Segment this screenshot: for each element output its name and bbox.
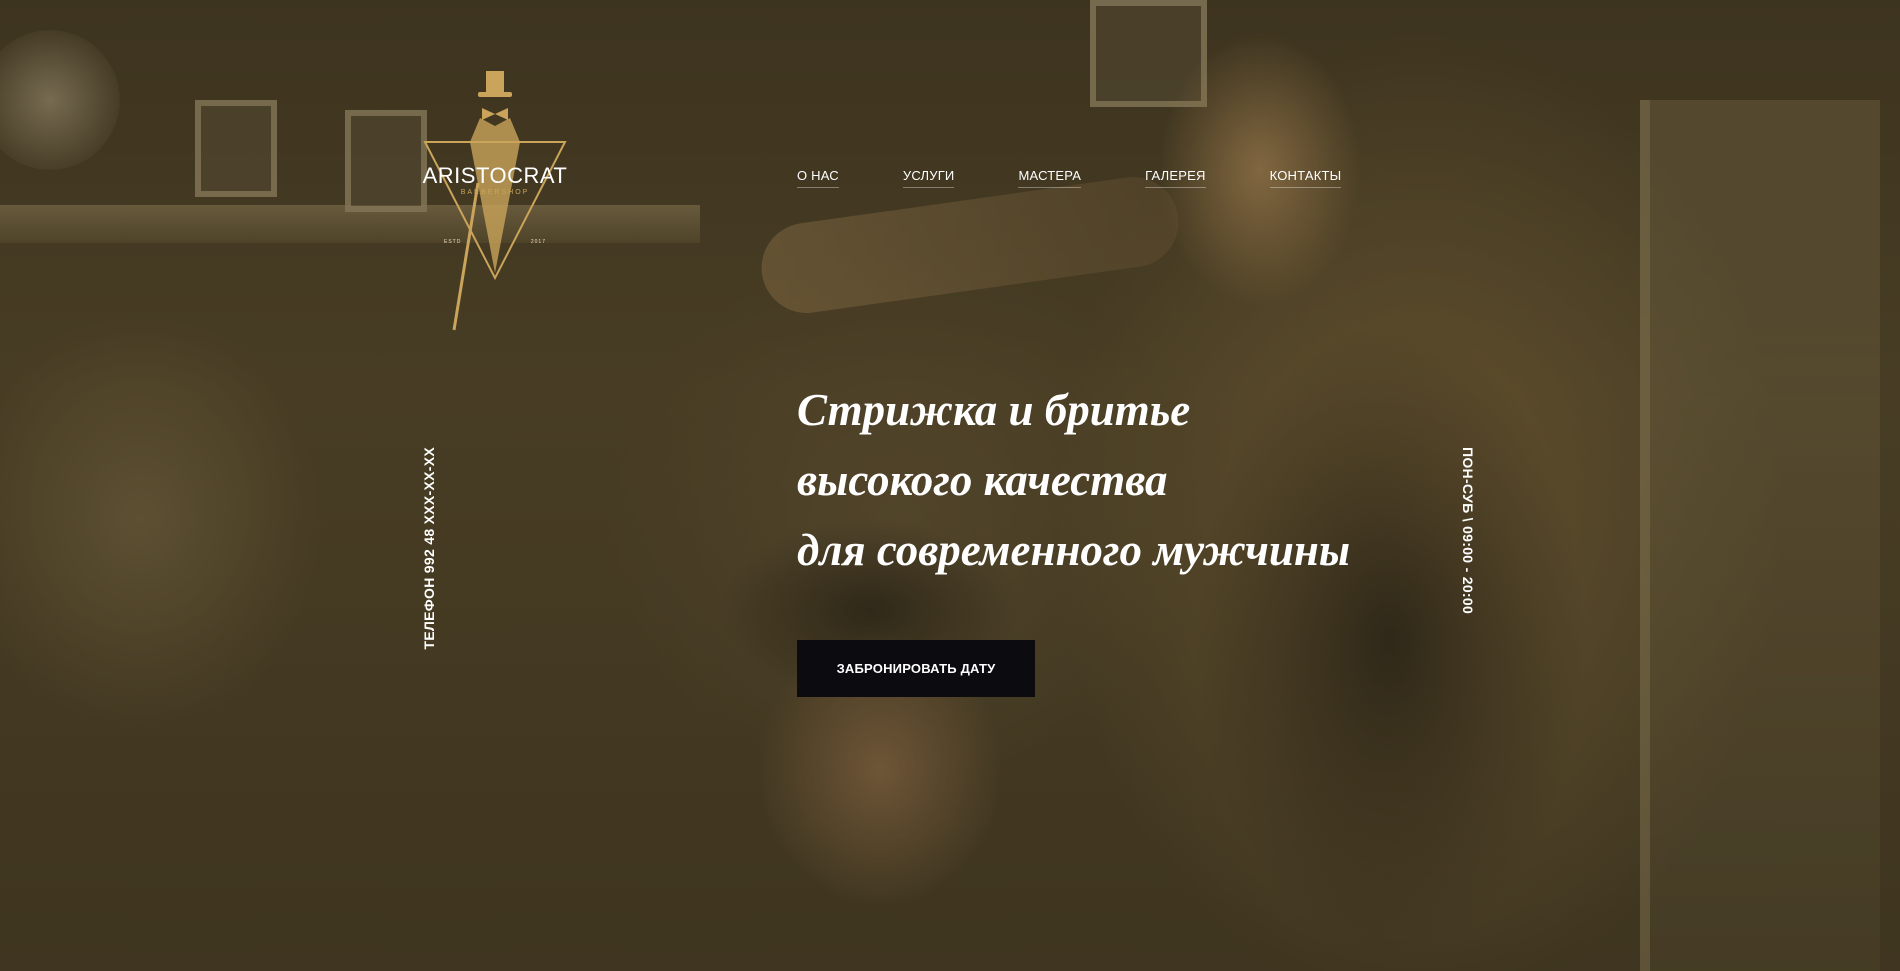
main-navigation: О НАС УСЛУГИ МАСТЕРА ГАЛЕРЕЯ КОНТАКТЫ (797, 168, 1342, 188)
background-picture-frame (195, 100, 277, 197)
nav-link-masters[interactable]: МАСТЕРА (1018, 168, 1082, 188)
logo-brand-name: ARISTOCRAT (422, 163, 568, 188)
background-barber-arm (755, 171, 1185, 319)
hero-headline-line-3: для современного мужчины (797, 525, 1351, 575)
background-shelf (0, 205, 700, 243)
hero-section: ARISTOCRAT BARBERSHOP ESTD 2017 О НАС УС… (0, 0, 1900, 971)
nav-link-contacts[interactable]: КОНТАКТЫ (1269, 168, 1342, 188)
background-lamp (0, 30, 120, 170)
nav-link-gallery[interactable]: ГАЛЕРЕЯ (1145, 168, 1206, 188)
hero-headline: Стрижка и бритье высокого качества для с… (797, 375, 1417, 585)
top-hat-gentleman-icon (423, 71, 567, 331)
hero-headline-line-2: высокого качества (797, 455, 1168, 505)
logo-tagline: BARBERSHOP (460, 189, 530, 196)
nav-link-about[interactable]: О НАС (797, 168, 839, 188)
background-picture-frame (1090, 0, 1207, 107)
logo-est-left: ESTD (444, 239, 462, 245)
logo-est-right: 2017 (530, 239, 546, 245)
nav-link-services[interactable]: УСЛУГИ (902, 168, 955, 188)
hero-headline-line-1: Стрижка и бритье (797, 385, 1191, 435)
background-picture-frame (345, 110, 427, 212)
phone-number-vertical[interactable]: ТЕЛЕФОН 992 48 XXX-XX-XX (421, 447, 437, 650)
working-hours-vertical: ПОН-СУБ \ 09:00 - 20:00 (1460, 447, 1476, 615)
background-client-figure (640, 520, 1120, 971)
logo-established: ESTD 2017 (444, 239, 546, 245)
brand-logo[interactable]: ARISTOCRAT BARBERSHOP ESTD 2017 (420, 68, 570, 333)
book-date-button[interactable]: ЗАБРОНИРОВАТЬ ДАТУ (797, 640, 1035, 697)
background-mirror (1640, 100, 1880, 971)
